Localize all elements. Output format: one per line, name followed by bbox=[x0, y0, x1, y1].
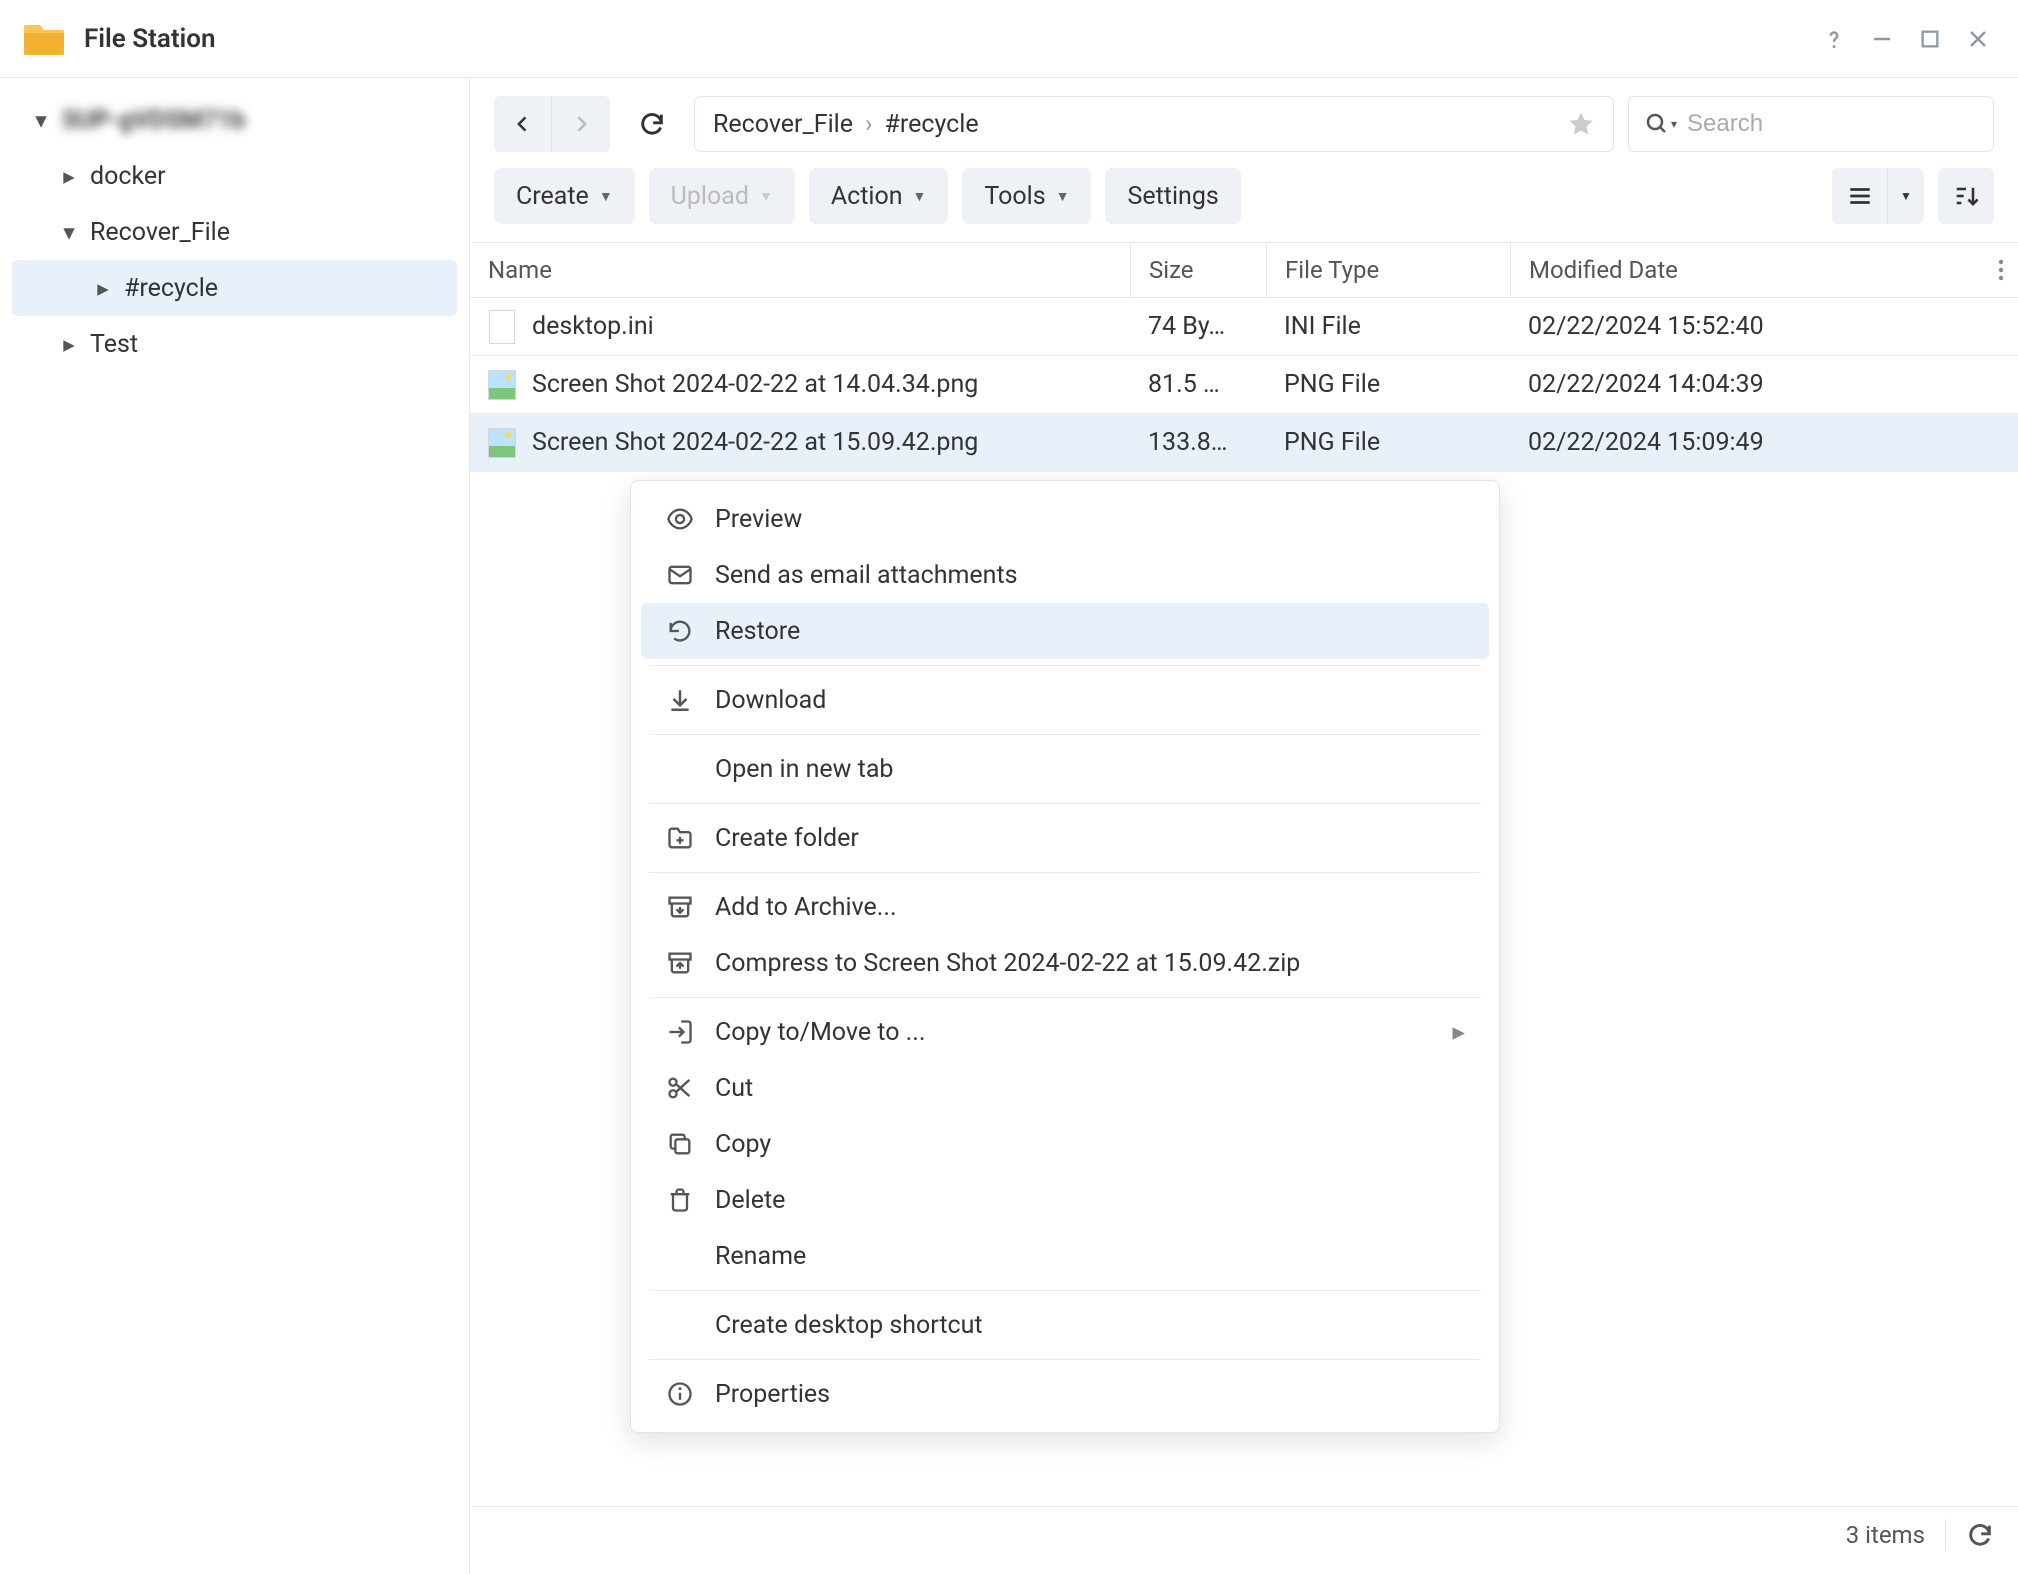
menu-compress[interactable]: Compress to Screen Shot 2024-02-22 at 15… bbox=[641, 935, 1489, 991]
menu-open-new-tab[interactable]: Open in new tab bbox=[641, 741, 1489, 797]
statusbar: 3 items bbox=[470, 1506, 2018, 1562]
menu-rename[interactable]: Rename bbox=[641, 1228, 1489, 1284]
column-name[interactable]: Name bbox=[470, 256, 1130, 284]
column-date[interactable]: Modified Date bbox=[1510, 243, 2018, 297]
breadcrumb-part[interactable]: Recover_File bbox=[713, 110, 853, 139]
menu-shortcut[interactable]: Create desktop shortcut bbox=[641, 1297, 1489, 1353]
forward-button[interactable] bbox=[552, 96, 610, 152]
refresh-button[interactable] bbox=[624, 96, 680, 152]
table-header: Name Size File Type Modified Date bbox=[470, 242, 2018, 298]
settings-button[interactable]: Settings bbox=[1105, 168, 1240, 224]
trash-icon bbox=[665, 1185, 695, 1215]
restore-icon bbox=[665, 616, 695, 646]
file-icon bbox=[488, 310, 516, 344]
menu-delete[interactable]: Delete bbox=[641, 1172, 1489, 1228]
create-button[interactable]: Create▼ bbox=[494, 168, 635, 224]
table-row[interactable]: Screen Shot 2024-02-22 at 15.09.42.png 1… bbox=[470, 414, 2018, 472]
sort-button[interactable] bbox=[1938, 168, 1994, 224]
view-dropdown-button[interactable]: ▼ bbox=[1888, 168, 1924, 224]
tree-item-recoverfile[interactable]: ▾ Recover_File bbox=[0, 204, 469, 260]
search-bar[interactable]: ▾ bbox=[1628, 96, 1994, 152]
column-type[interactable]: File Type bbox=[1266, 243, 1510, 297]
search-input[interactable] bbox=[1687, 110, 1997, 138]
upload-button[interactable]: Upload▼ bbox=[649, 168, 795, 224]
tree-item-recycle[interactable]: ▸ #recycle bbox=[12, 260, 457, 316]
image-icon bbox=[488, 426, 516, 460]
app-icon bbox=[20, 15, 68, 63]
mail-icon bbox=[665, 560, 695, 590]
table-row[interactable]: desktop.ini 74 By… INI File 02/22/2024 1… bbox=[470, 298, 2018, 356]
menu-preview[interactable]: Preview bbox=[641, 491, 1489, 547]
image-icon bbox=[488, 368, 516, 402]
tree-item-docker[interactable]: ▸ docker bbox=[0, 148, 469, 204]
close-button[interactable] bbox=[1958, 19, 1998, 59]
copy-icon bbox=[665, 1129, 695, 1159]
menu-email[interactable]: Send as email attachments bbox=[641, 547, 1489, 603]
chevron-right-icon: ▸ bbox=[92, 277, 114, 299]
chevron-right-icon: ▸ bbox=[1452, 1017, 1465, 1047]
menu-copyto[interactable]: Copy to/Move to ...▸ bbox=[641, 1004, 1489, 1060]
item-count: 3 items bbox=[1846, 1521, 1925, 1549]
menu-copy[interactable]: Copy bbox=[641, 1116, 1489, 1172]
list-view-button[interactable] bbox=[1832, 168, 1888, 224]
menu-add-archive[interactable]: Add to Archive... bbox=[641, 879, 1489, 935]
tools-button[interactable]: Tools▼ bbox=[962, 168, 1091, 224]
archive-in-icon bbox=[665, 892, 695, 922]
folder-plus-icon bbox=[665, 823, 695, 853]
table-row[interactable]: Screen Shot 2024-02-22 at 14.04.34.png 8… bbox=[470, 356, 2018, 414]
maximize-button[interactable] bbox=[1910, 19, 1950, 59]
menu-properties[interactable]: Properties bbox=[641, 1366, 1489, 1422]
statusbar-refresh-icon[interactable] bbox=[1966, 1521, 1994, 1549]
action-button[interactable]: Action▼ bbox=[809, 168, 949, 224]
context-menu: Preview Send as email attachments Restor… bbox=[630, 480, 1500, 1433]
info-icon bbox=[665, 1379, 695, 1409]
scissors-icon bbox=[665, 1073, 695, 1103]
chevron-right-icon: › bbox=[865, 110, 873, 139]
minimize-button[interactable] bbox=[1862, 19, 1902, 59]
titlebar: File Station bbox=[0, 0, 2018, 78]
archive-out-icon bbox=[665, 948, 695, 978]
breadcrumb-part[interactable]: #recycle bbox=[885, 110, 979, 139]
breadcrumb: Recover_File › #recycle bbox=[694, 96, 1614, 152]
move-icon bbox=[665, 1017, 695, 1047]
menu-download[interactable]: Download bbox=[641, 672, 1489, 728]
toolbar-nav: Recover_File › #recycle ▾ bbox=[470, 78, 2018, 162]
tree-item-test[interactable]: ▸ Test bbox=[0, 316, 469, 372]
toolbar-actions: Create▼ Upload▼ Action▼ Tools▼ Settings … bbox=[470, 162, 2018, 242]
download-icon bbox=[665, 685, 695, 715]
app-title: File Station bbox=[84, 24, 216, 54]
search-icon: ▾ bbox=[1645, 112, 1677, 136]
chevron-right-icon: ▸ bbox=[58, 333, 80, 355]
chevron-down-icon: ▾ bbox=[30, 109, 52, 131]
chevron-down-icon: ▾ bbox=[58, 221, 80, 243]
back-button[interactable] bbox=[494, 96, 552, 152]
help-button[interactable] bbox=[1814, 19, 1854, 59]
menu-create-folder[interactable]: Create folder bbox=[641, 810, 1489, 866]
menu-cut[interactable]: Cut bbox=[641, 1060, 1489, 1116]
columns-menu-icon[interactable] bbox=[1998, 259, 2004, 281]
sidebar: ▾ SUP-gVDSM71b ▸ docker ▾ Recover_File ▸… bbox=[0, 78, 470, 1574]
favorite-star-icon[interactable] bbox=[1567, 110, 1595, 138]
tree-root[interactable]: ▾ SUP-gVDSM71b bbox=[0, 92, 469, 148]
eye-icon bbox=[665, 504, 695, 534]
chevron-right-icon: ▸ bbox=[58, 165, 80, 187]
menu-restore[interactable]: Restore bbox=[641, 603, 1489, 659]
column-size[interactable]: Size bbox=[1130, 243, 1266, 297]
